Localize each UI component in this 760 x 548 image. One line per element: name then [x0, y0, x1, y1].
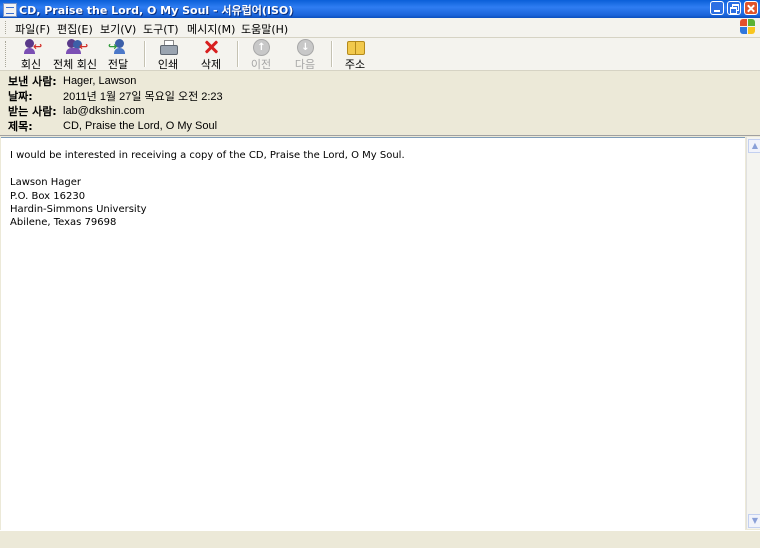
- addresses-button[interactable]: 주소: [339, 39, 371, 71]
- next-label: 다음: [294, 58, 316, 71]
- vertical-scrollbar[interactable]: ▲ ▼: [746, 137, 760, 529]
- restore-button[interactable]: [727, 1, 741, 15]
- previous-button[interactable]: ↑ 이전: [245, 39, 277, 71]
- previous-label: 이전: [250, 58, 272, 71]
- scroll-down-icon[interactable]: ▼: [748, 514, 760, 528]
- message-window-icon: [3, 3, 17, 17]
- forward-label: 전달: [107, 58, 129, 71]
- signature-name: Lawson Hager: [10, 177, 81, 188]
- menu-bar: 파일(F) 편집(E) 보기(V) 도구(T) 메시지(M) 도움말(H): [0, 18, 760, 38]
- from-value: Hager, Lawson: [63, 75, 137, 87]
- addresses-label: 주소: [344, 58, 366, 71]
- reply-label: 회신: [20, 58, 42, 71]
- from-label: 보낸 사람:: [8, 75, 57, 88]
- delete-button[interactable]: 삭제: [195, 39, 227, 71]
- title-bar[interactable]: CD, Praise the Lord, O My Soul - 서유럽어(IS…: [0, 0, 760, 18]
- close-button[interactable]: [744, 1, 758, 15]
- signature-address: P.O. Box 16230: [10, 191, 86, 202]
- printer-icon: [158, 39, 178, 55]
- signature-university: Hardin-Simmons University: [10, 204, 147, 215]
- date-value: 2011년 1월 27일 목요일 오전 2:23: [63, 91, 223, 103]
- reply-all-label: 전체 회신: [53, 58, 97, 71]
- body-text: I would be interested in receiving a cop…: [10, 150, 405, 161]
- menu-view[interactable]: 보기(V): [100, 21, 136, 37]
- toolbar-grip: [5, 41, 9, 67]
- toolbar-separator: [144, 41, 146, 67]
- status-bar: [0, 530, 760, 548]
- menu-tools[interactable]: 도구(T): [143, 21, 179, 37]
- forward-button[interactable]: ↪ 전달: [102, 39, 134, 71]
- message-body[interactable]: I would be interested in receiving a cop…: [1, 137, 745, 530]
- minimize-button[interactable]: [710, 1, 724, 15]
- subject-label: 제목:: [8, 120, 33, 133]
- toolbar-separator: [237, 41, 239, 67]
- menu-file[interactable]: 파일(F): [15, 21, 50, 37]
- window-title: CD, Praise the Lord, O My Soul - 서유럽어(IS…: [19, 4, 294, 17]
- print-label: 인쇄: [157, 58, 179, 71]
- delete-label: 삭제: [200, 58, 222, 71]
- address-book-icon: [345, 39, 365, 55]
- windows-logo-icon: [740, 19, 756, 35]
- forward-icon: ↪: [108, 39, 128, 55]
- subject-value: CD, Praise the Lord, O My Soul: [63, 120, 218, 132]
- previous-arrow-icon: ↑: [251, 39, 271, 56]
- to-label: 받는 사람:: [8, 105, 57, 118]
- next-button[interactable]: ↓ 다음: [289, 39, 321, 71]
- scroll-up-icon[interactable]: ▲: [748, 139, 760, 153]
- menu-edit[interactable]: 편집(E): [57, 21, 93, 37]
- delete-icon: [201, 39, 221, 55]
- reply-icon: ↩: [21, 39, 42, 55]
- menu-help[interactable]: 도움말(H): [241, 21, 288, 37]
- toolbar: ↩ 회신 ↩ 전체 회신 ↪ 전달 인쇄 삭제 ↑ 이전 ↓ 다음 주소: [0, 38, 760, 71]
- reply-button[interactable]: ↩ 회신: [14, 39, 48, 71]
- to-value: lab@dkshin.com: [63, 105, 145, 117]
- menu-grip: [5, 21, 9, 34]
- signature-city: Abilene, Texas 79698: [10, 217, 117, 228]
- date-label: 날짜:: [8, 90, 33, 103]
- next-arrow-icon: ↓: [295, 39, 315, 56]
- menu-message[interactable]: 메시지(M): [187, 21, 235, 37]
- print-button[interactable]: 인쇄: [152, 39, 184, 71]
- reply-all-icon: ↩: [65, 39, 88, 55]
- reply-all-button[interactable]: ↩ 전체 회신: [52, 39, 98, 71]
- toolbar-separator: [331, 41, 333, 67]
- message-headers: 보낸 사람: Hager, Lawson 날짜: 2011년 1월 27일 목요…: [0, 71, 760, 136]
